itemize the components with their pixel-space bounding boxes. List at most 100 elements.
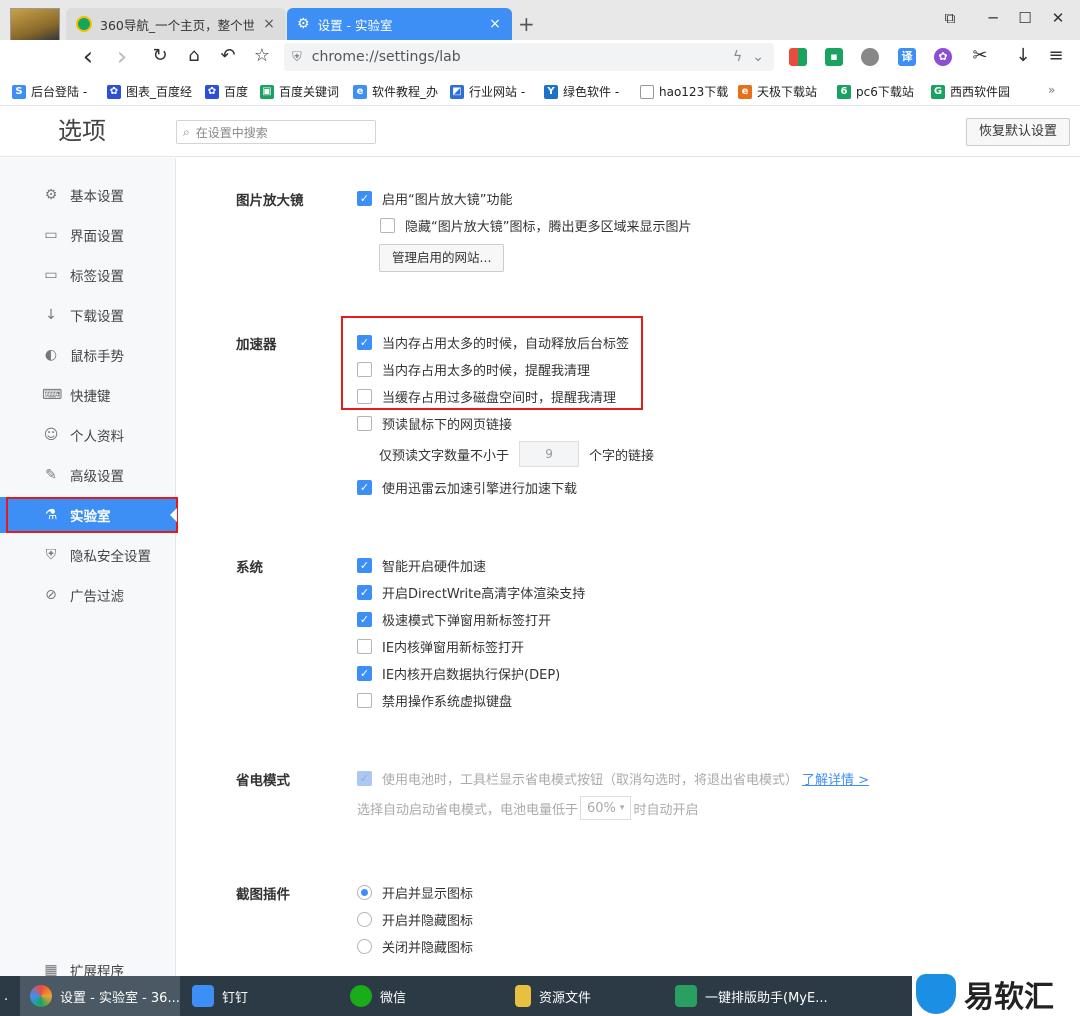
- thunder-option[interactable]: ✓ 使用迅雷云加速引擎进行加速下载: [357, 478, 577, 497]
- bookmark-item[interactable]: G 西西软件园: [931, 83, 1010, 100]
- taskbar-item-folder[interactable]: 资源文件: [505, 976, 665, 1016]
- checkbox[interactable]: [357, 693, 372, 708]
- block-icon: ⊘: [45, 587, 57, 603]
- flower-icon[interactable]: ✿: [934, 48, 952, 66]
- checkbox-checked[interactable]: ✓: [357, 612, 372, 627]
- sidebar-item-tabs[interactable]: ▭ 标签设置: [0, 257, 176, 293]
- bookmark-item[interactable]: Y 绿色软件 -: [544, 83, 619, 100]
- address-bar[interactable]: ⛨ chrome://settings/lab ϟ ⌄: [284, 43, 774, 71]
- close-tab-icon[interactable]: ×: [488, 16, 502, 32]
- bookmark-item[interactable]: hao123下载: [640, 83, 728, 100]
- sidebar-item-interface[interactable]: ▭ 界面设置: [0, 217, 176, 253]
- manage-sites-button[interactable]: 管理启用的网站...: [379, 244, 505, 272]
- bookmark-item[interactable]: ◩ 行业网站 -: [450, 83, 525, 100]
- checkbox-checked[interactable]: ✓: [357, 480, 372, 495]
- chevron-down-icon[interactable]: ⌄: [752, 49, 764, 65]
- checkbox-checked[interactable]: ✓: [357, 666, 372, 681]
- taskbar-item-browser[interactable]: 设置 - 实验室 - 36...: [20, 976, 180, 1016]
- bookmark-item[interactable]: e 软件教程_办: [353, 83, 438, 100]
- system-option[interactable]: ✓ 开启DirectWrite高清字体渲染支持: [357, 583, 585, 602]
- bookmark-item[interactable]: ✿ 百度: [205, 83, 248, 100]
- bubble-icon[interactable]: ▪: [825, 48, 843, 66]
- menu-icon[interactable]: ≡: [1044, 45, 1068, 66]
- checkbox[interactable]: [357, 416, 372, 431]
- undo-icon[interactable]: ↶: [216, 45, 240, 66]
- tab-360-nav[interactable]: 360导航_一个主页，整个世界 ×: [66, 8, 286, 40]
- translate-icon[interactable]: 译: [898, 48, 916, 66]
- bookmark-icon: S: [12, 84, 26, 99]
- checkbox-checked[interactable]: ✓: [357, 191, 372, 206]
- magnifier-hide-icon-option[interactable]: 隐藏“图片放大镜”图标，腾出更多区域来显示图片: [380, 216, 691, 235]
- cloud-icon[interactable]: [861, 48, 879, 66]
- sidebar-item-basic[interactable]: ⚙ 基本设置: [0, 177, 176, 213]
- radio[interactable]: [357, 939, 372, 954]
- active-caret: [170, 508, 177, 522]
- sidebar-item-download[interactable]: ↓ 下载设置: [0, 297, 176, 333]
- sidebar-item-adblock[interactable]: ⊘ 广告过滤: [0, 577, 176, 613]
- restore-defaults-button[interactable]: 恢复默认设置: [966, 118, 1070, 146]
- start-button[interactable]: .: [0, 976, 18, 1016]
- screenshot-option[interactable]: 开启并显示图标: [357, 883, 473, 902]
- maximize-button[interactable]: ☐: [1015, 9, 1035, 27]
- sidebar-item-advanced[interactable]: ✎ 高级设置: [0, 457, 176, 493]
- sidebar-item-privacy[interactable]: ⛨ 隐私安全设置: [0, 537, 176, 573]
- magnifier-enable-option[interactable]: ✓ 启用“图片放大镜”功能: [357, 189, 512, 208]
- scissors-icon[interactable]: ✂: [968, 45, 992, 66]
- screenshot-option[interactable]: 开启并隐藏图标: [357, 910, 473, 929]
- sidebar-item-mouse-gesture[interactable]: ◐ 鼠标手势: [0, 337, 176, 373]
- taskbar-item-dingtalk[interactable]: 钉钉: [182, 976, 332, 1016]
- address-text[interactable]: chrome://settings/lab: [312, 49, 723, 65]
- chevron-down-icon: ▾: [619, 803, 625, 813]
- page-icon: [640, 84, 654, 99]
- bookmark-item[interactable]: 6 pc6下载站: [837, 83, 914, 100]
- bookmark-item[interactable]: S 后台登陆 -: [12, 83, 87, 100]
- reload-icon[interactable]: ↻: [148, 45, 172, 66]
- page-title: 选项: [58, 117, 106, 145]
- checkbox-checked[interactable]: ✓: [357, 558, 372, 573]
- settings-header: [0, 107, 1080, 157]
- close-tab-icon[interactable]: ×: [262, 16, 276, 32]
- new-tab-button[interactable]: +: [518, 12, 535, 36]
- close-window-button[interactable]: ✕: [1048, 9, 1068, 27]
- learn-more-link[interactable]: 了解详情 >: [802, 769, 869, 788]
- battery-level-select[interactable]: 60% ▾: [580, 796, 632, 820]
- checkbox-checked-disabled[interactable]: ✓: [357, 771, 372, 786]
- screenshot-option[interactable]: 关闭并隐藏图标: [357, 937, 473, 956]
- system-option[interactable]: ✓ IE内核开启数据执行保护(DEP): [357, 664, 560, 683]
- battery-button-option[interactable]: ✓ 使用电池时，工具栏显示省电模式按钮（取消勾选时，将退出省电模式） 了解详情 …: [357, 769, 869, 788]
- sidebar-item-profile[interactable]: ☺ 个人资料: [0, 417, 176, 453]
- taskbar-item-wechat[interactable]: 微信: [340, 976, 500, 1016]
- radio-selected[interactable]: [357, 885, 372, 900]
- system-option[interactable]: 禁用操作系统虚拟键盘: [357, 691, 512, 710]
- home-icon[interactable]: ⌂: [182, 45, 206, 66]
- preread-option[interactable]: 预读鼠标下的网页链接: [357, 414, 512, 433]
- more-bookmarks-icon[interactable]: »: [1048, 83, 1055, 97]
- taskbar-item-myeditor[interactable]: 一键排版助手(MyE...: [665, 976, 910, 1016]
- section-title-screenshot: 截图插件: [236, 887, 290, 903]
- sidebar-item-shortcuts[interactable]: ⌨ 快捷键: [0, 377, 176, 413]
- checkbox[interactable]: [357, 639, 372, 654]
- system-option[interactable]: ✓ 极速模式下弹窗用新标签打开: [357, 610, 551, 629]
- apps-icon[interactable]: [789, 48, 807, 66]
- bookmark-item[interactable]: ✿ 图表_百度经: [107, 83, 192, 100]
- checkbox-checked[interactable]: ✓: [357, 585, 372, 600]
- system-option[interactable]: ✓ 智能开启硬件加速: [357, 556, 486, 575]
- radio[interactable]: [357, 912, 372, 927]
- shirt-skin-icon[interactable]: ⧉: [940, 9, 960, 27]
- keyboard-icon: ⌨: [42, 387, 63, 403]
- checkbox[interactable]: [380, 218, 395, 233]
- forward-icon[interactable]: ›: [110, 42, 134, 72]
- star-icon[interactable]: ☆: [250, 45, 274, 66]
- wrench-icon: ✎: [45, 467, 57, 483]
- search-input[interactable]: ⌕ 在设置中搜索: [176, 120, 376, 144]
- bookmark-item[interactable]: ▣ 百度关键词: [260, 83, 339, 100]
- system-option[interactable]: IE内核弹窗用新标签打开: [357, 637, 524, 656]
- minimize-button[interactable]: ─: [983, 9, 1003, 27]
- tab-settings-lab[interactable]: ⚙ 设置 - 实验室 ×: [287, 8, 512, 40]
- lightning-icon[interactable]: ϟ: [733, 49, 742, 65]
- bookmark-icon: ▣: [260, 84, 274, 99]
- bookmark-item[interactable]: e 天极下载站: [738, 83, 817, 100]
- back-icon[interactable]: ‹: [76, 42, 100, 72]
- download-icon[interactable]: ↓: [1011, 45, 1035, 66]
- preread-length-input[interactable]: 9: [519, 441, 580, 467]
